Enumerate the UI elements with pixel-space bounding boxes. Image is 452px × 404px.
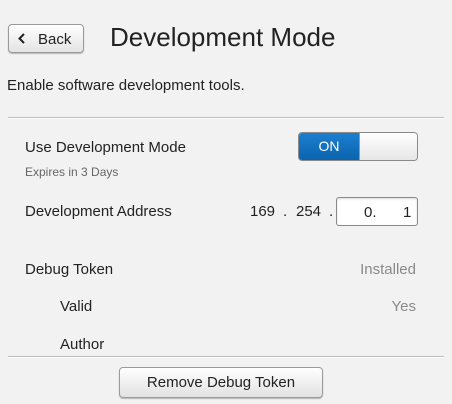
page-title: Development Mode — [110, 22, 336, 52]
divider — [8, 117, 444, 119]
toggle-knob[interactable] — [359, 133, 417, 160]
ip-octet-3: 0. — [364, 204, 377, 221]
dev-address-label: Development Address — [25, 203, 172, 220]
debug-token-status: Installed — [360, 261, 416, 278]
remove-debug-token-button[interactable]: Remove Debug Token — [119, 367, 323, 398]
back-button[interactable]: Back — [8, 24, 84, 53]
ip-octet-4: 1 — [403, 204, 412, 221]
author-label: Author — [60, 336, 105, 353]
debug-token-label: Debug Token — [25, 261, 114, 278]
dev-mode-label: Use Development Mode — [25, 139, 186, 156]
dev-mode-toggle[interactable]: ON — [298, 132, 418, 161]
back-button-label: Back — [38, 31, 72, 48]
ip-separator: . — [283, 203, 288, 220]
header: Back Development Mode — [0, 0, 452, 70]
divider — [8, 356, 444, 358]
valid-value: Yes — [391, 298, 416, 315]
toggle-on-label: ON — [299, 133, 359, 160]
valid-label: Valid — [60, 298, 93, 315]
ip-octet-2: 254 — [296, 203, 322, 220]
chevron-left-icon — [18, 33, 25, 44]
ip-separator: . — [329, 203, 334, 220]
ip-octet-1: 169 — [250, 203, 276, 220]
page-description: Enable software development tools. — [7, 77, 245, 94]
ip-editable-field[interactable]: 0. 1 — [336, 197, 418, 226]
expiry-text: Expires in 3 Days — [25, 165, 119, 179]
